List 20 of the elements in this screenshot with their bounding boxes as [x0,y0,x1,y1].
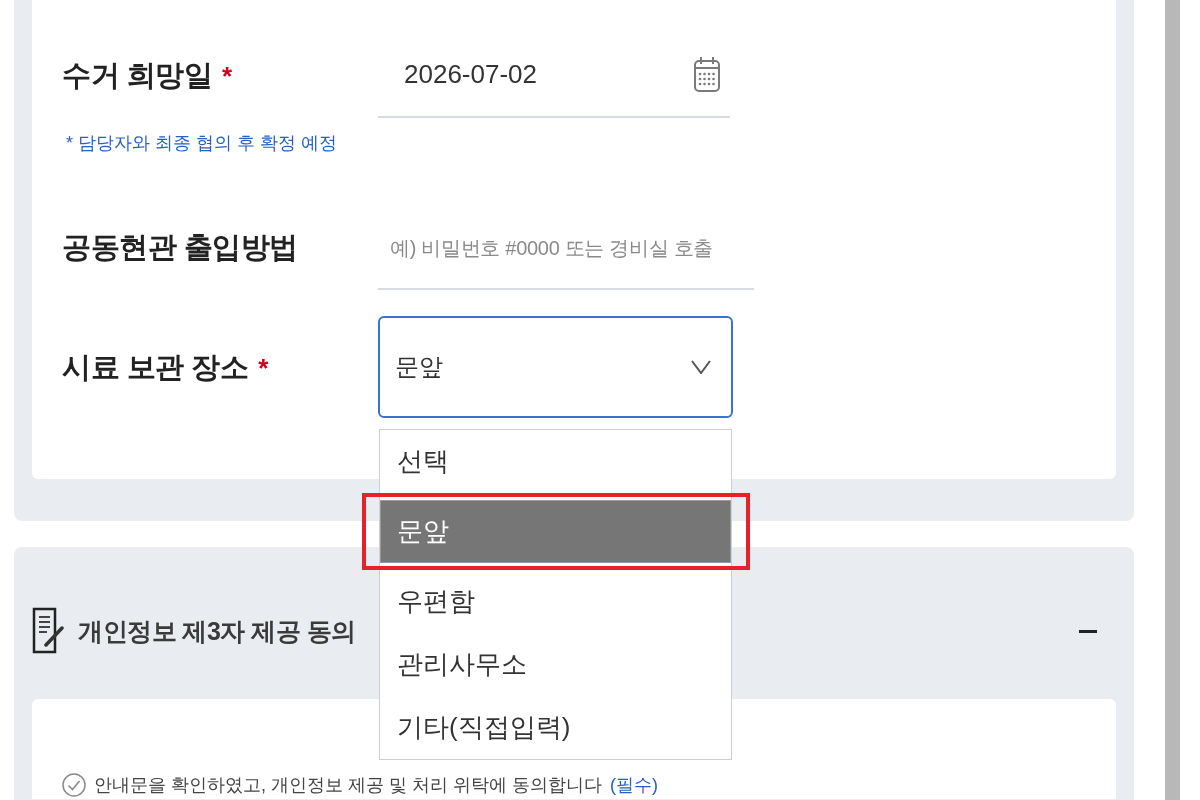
scrollbar-thumb[interactable] [1165,0,1180,800]
dropdown-option[interactable]: 관리사무소 [380,633,731,696]
dropdown-option[interactable]: 기타(직접입력) [380,696,731,759]
required-label: (필수) [610,774,658,797]
dropdown-option[interactable]: 선택 [380,430,731,493]
date-field[interactable]: 2026-07-02 [378,32,730,118]
field-label: 수거 희망일 * [62,57,233,93]
field-note: * 담당자와 최종 협의 후 확정 예정 [66,132,337,155]
document-pencil-icon [32,607,64,655]
section-title: 개인정보 제3자 제공 동의 [78,615,356,647]
chevron-icon [691,360,711,374]
select-field[interactable]: 문앞 [378,316,733,418]
text-field[interactable]: 예) 비밀번호 #0000 또는 경비실 호출 [378,204,754,290]
dropdown-option[interactable]: 문앞 [380,500,731,563]
field-label: 공동현관 출입방법 [62,230,299,265]
checkbox-icon[interactable] [62,773,86,797]
consent-text: 안내문을 확인하였고, 개인정보 제공 및 처리 위탁에 동의합니다 [94,774,602,797]
calendar-icon[interactable] [694,56,720,92]
dropdown-option[interactable]: 우편함 [380,570,731,633]
field-label: 시료 보관 장소 * [62,349,270,385]
